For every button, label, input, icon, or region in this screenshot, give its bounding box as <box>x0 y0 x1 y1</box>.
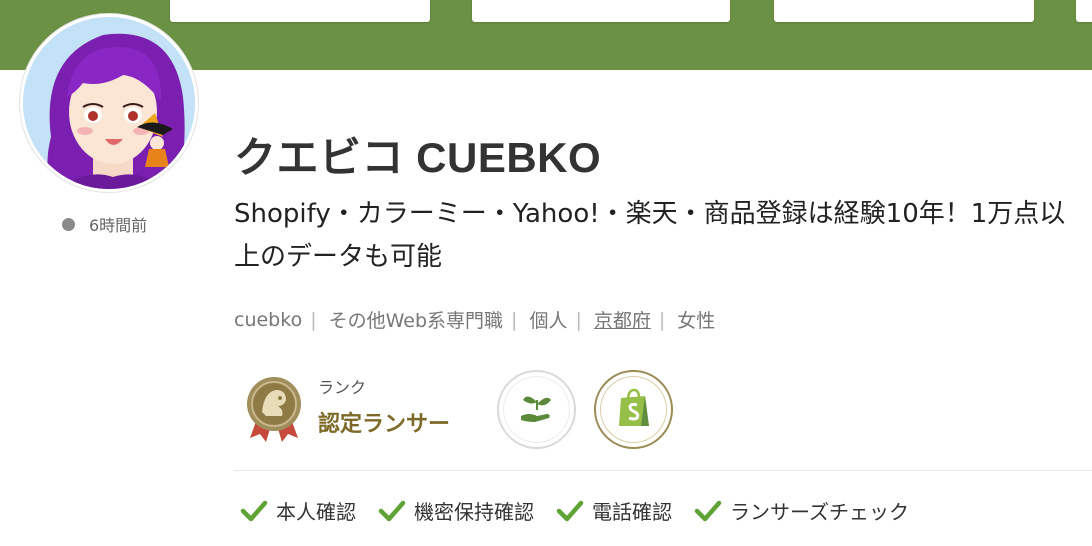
meta-separator: | <box>658 308 666 331</box>
badge-shopify[interactable] <box>594 370 673 449</box>
shopify-bag-icon <box>617 388 651 432</box>
verification-label: 本人確認 <box>276 500 356 524</box>
badge-sprout[interactable] <box>497 370 576 449</box>
cover-card[interactable] <box>472 0 730 22</box>
last-active-text: 6時間前 <box>89 216 148 235</box>
profile-tagline: Shopify・カラーミー・Yahoo!・楽天・商品登録は経験10年！1万点以上… <box>234 199 1066 272</box>
verification-label: 電話確認 <box>592 500 672 524</box>
rank-value[interactable]: 認定ランサー <box>318 406 450 438</box>
verification-phone: 電話確認 <box>556 496 672 525</box>
avatar[interactable] <box>20 14 198 192</box>
meta-separator: | <box>575 308 582 331</box>
sprout-hand-icon <box>517 390 557 430</box>
meta-gender: 女性 <box>677 310 716 332</box>
check-icon <box>694 500 722 521</box>
last-active-status: 6時間前 <box>62 212 147 236</box>
meta-separator: | <box>310 308 317 331</box>
rank-medal-icon[interactable] <box>244 376 304 442</box>
verification-identity: 本人確認 <box>240 496 356 525</box>
verification-label: ランサーズチェック <box>730 500 909 524</box>
check-icon <box>556 500 584 521</box>
meta-occupation: その他Web系専門職 <box>328 310 504 332</box>
meta-separator: | <box>511 308 518 331</box>
verification-list: 本人確認 機密保持確認 電話確認 ランサーズチェック <box>240 496 931 525</box>
cover-card[interactable] <box>774 0 1034 22</box>
meta-username: cuebko <box>234 308 303 331</box>
cover-card[interactable] <box>1076 0 1092 22</box>
check-icon <box>378 500 406 521</box>
meta-location-link[interactable]: 京都府 <box>594 306 651 333</box>
meta-type: 個人 <box>529 310 568 332</box>
section-divider <box>234 470 1092 471</box>
profile-meta: cuebko | その他Web系専門職 | 個人 | 京都府 | 女性 <box>234 306 715 333</box>
check-icon <box>240 500 268 521</box>
cover-card[interactable] <box>170 0 430 22</box>
verification-label: 機密保持確認 <box>414 500 534 524</box>
verification-lancers-check: ランサーズチェック <box>694 496 909 525</box>
rank-info: ランク 認定ランサー <box>318 374 450 438</box>
status-dot-icon <box>62 217 75 231</box>
rank-label: ランク <box>318 378 367 397</box>
profile-name: クエビコ CUEBKO <box>234 134 602 181</box>
verification-nda: 機密保持確認 <box>378 496 534 525</box>
